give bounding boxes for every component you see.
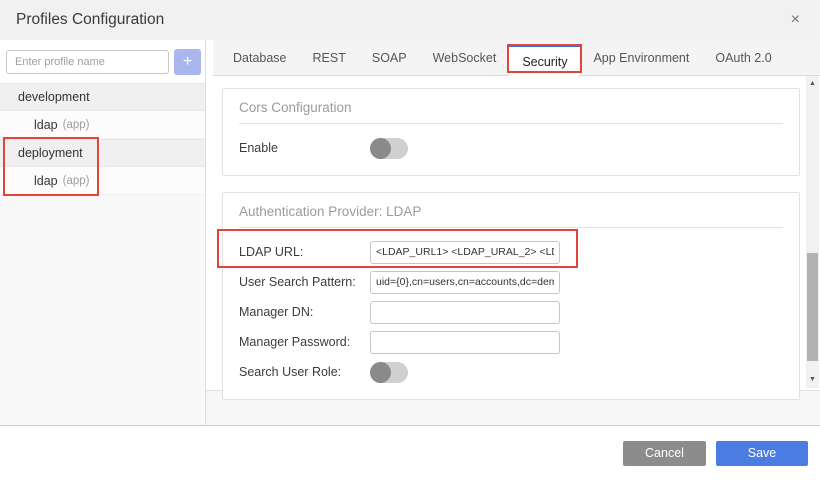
tab-security-label: Security bbox=[522, 55, 567, 69]
profile-list: development ldap (app) deployment ldap (… bbox=[0, 83, 205, 425]
security-tab-content: Cors Configuration Enable Authentication… bbox=[206, 76, 820, 390]
manager-dn-input[interactable] bbox=[370, 301, 560, 324]
sidebar-item-deployment[interactable]: deployment bbox=[0, 139, 205, 167]
ldap-url-label: LDAP URL: bbox=[239, 245, 370, 259]
profile-label: deployment bbox=[18, 146, 83, 160]
app-suffix: (app) bbox=[63, 119, 90, 131]
auth-section-title: Authentication Provider: LDAP bbox=[239, 201, 783, 219]
app-suffix: (app) bbox=[63, 175, 90, 187]
tab-security[interactable]: Security bbox=[509, 44, 580, 76]
cors-enable-row: Enable bbox=[239, 135, 783, 161]
cors-configuration-card: Cors Configuration Enable bbox=[222, 88, 800, 176]
sidebar-item-development[interactable]: development bbox=[0, 83, 205, 111]
tab-soap[interactable]: SOAP bbox=[359, 40, 420, 75]
profile-create-bar: + bbox=[0, 40, 205, 83]
app-label: ldap bbox=[34, 174, 58, 188]
tab-oauth[interactable]: OAuth 2.0 bbox=[702, 40, 784, 75]
vertical-scrollbar[interactable]: ▲ ▼ bbox=[806, 76, 819, 388]
divider bbox=[239, 123, 783, 124]
cors-enable-toggle[interactable] bbox=[370, 138, 408, 159]
tab-database[interactable]: Database bbox=[220, 40, 300, 75]
profiles-configuration-dialog: Profiles Configuration × + development l… bbox=[0, 0, 820, 480]
toggle-knob bbox=[370, 362, 391, 383]
enable-label: Enable bbox=[239, 141, 370, 155]
dialog-body: + development ldap (app) deployment ldap… bbox=[0, 40, 820, 425]
profiles-sidebar: + development ldap (app) deployment ldap… bbox=[0, 40, 206, 425]
profile-name-input[interactable] bbox=[6, 50, 169, 74]
ldap-url-input[interactable] bbox=[370, 241, 560, 264]
search-user-role-row: Search User Role: bbox=[239, 359, 783, 385]
tab-rest[interactable]: REST bbox=[300, 40, 359, 75]
ldap-url-row: LDAP URL: bbox=[239, 239, 783, 265]
manager-password-label: Manager Password: bbox=[239, 335, 370, 349]
user-search-pattern-row: User Search Pattern: bbox=[239, 269, 783, 295]
close-icon[interactable]: × bbox=[787, 10, 804, 30]
divider bbox=[239, 227, 783, 228]
dialog-title: Profiles Configuration bbox=[16, 11, 164, 29]
app-label: ldap bbox=[34, 118, 58, 132]
cors-section-title: Cors Configuration bbox=[239, 97, 783, 115]
scroll-up-icon[interactable]: ▲ bbox=[806, 78, 819, 90]
dialog-header: Profiles Configuration × bbox=[0, 0, 820, 40]
user-search-pattern-label: User Search Pattern: bbox=[239, 275, 370, 289]
main-panel: Database REST SOAP WebSocket Security Ap… bbox=[206, 40, 820, 425]
search-user-role-toggle[interactable] bbox=[370, 362, 408, 383]
save-button[interactable]: Save bbox=[716, 441, 808, 466]
manager-dn-row: Manager DN: bbox=[239, 299, 783, 325]
sidebar-item-ldap-development[interactable]: ldap (app) bbox=[0, 111, 205, 139]
sidebar-item-ldap-deployment[interactable]: ldap (app) bbox=[0, 167, 205, 195]
user-search-pattern-input[interactable] bbox=[370, 271, 560, 294]
ldap-authentication-card: Authentication Provider: LDAP LDAP URL: … bbox=[222, 192, 800, 400]
scrollbar-thumb[interactable] bbox=[807, 253, 818, 361]
tab-app-environment[interactable]: App Environment bbox=[580, 40, 702, 75]
tab-bar: Database REST SOAP WebSocket Security Ap… bbox=[213, 40, 820, 76]
search-user-role-label: Search User Role: bbox=[239, 365, 370, 379]
profile-label: development bbox=[18, 90, 90, 104]
scroll-down-icon[interactable]: ▼ bbox=[806, 374, 819, 386]
manager-password-input[interactable] bbox=[370, 331, 560, 354]
manager-password-row: Manager Password: bbox=[239, 329, 783, 355]
manager-dn-label: Manager DN: bbox=[239, 305, 370, 319]
toggle-knob bbox=[370, 138, 391, 159]
add-profile-button[interactable]: + bbox=[174, 49, 201, 75]
tab-websocket[interactable]: WebSocket bbox=[420, 40, 510, 75]
cancel-button[interactable]: Cancel bbox=[623, 441, 706, 466]
dialog-footer: Cancel Save bbox=[0, 425, 820, 480]
